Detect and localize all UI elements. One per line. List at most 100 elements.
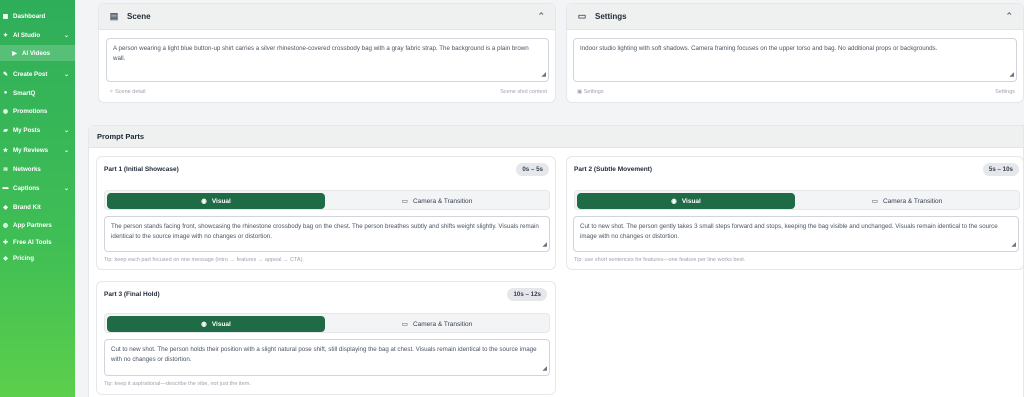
scene-title: Scene: [127, 12, 151, 21]
video-icon: ▶: [12, 50, 17, 57]
sidebar-item-label: Pricing: [13, 254, 34, 262]
part-tabs: ◉ Visual ▭ Camera & Transition: [104, 313, 550, 333]
prompt-part-3: Part 3 (Final Hold) 10s – 12s ◉ Visual ▭ C…: [96, 281, 556, 395]
tab-visual[interactable]: ◉ Visual: [577, 193, 795, 209]
tab-visual-label: Visual: [681, 197, 701, 205]
tab-camera-label: Camera & Transition: [882, 197, 943, 205]
scene-footnote-left: ✧ Scene detail: [109, 89, 146, 95]
sparkle-icon: ✦: [2, 32, 9, 39]
tab-camera-label: Camera & Transition: [412, 197, 473, 205]
resize-handle-icon[interactable]: ◢: [541, 70, 546, 80]
sidebar-item-label: My Reviews: [13, 146, 49, 154]
prompt-part-1: Part 1 (Initial Showcase) 0s – 5s ◉ Visua…: [96, 156, 556, 270]
tools-icon: ✚: [2, 239, 9, 246]
wifi-icon: ≋: [2, 166, 9, 173]
scene-panel: ▤ Scene ⌃ A person wearing a light blue …: [98, 3, 556, 103]
settings-screen-icon: ▭: [577, 11, 587, 21]
camera-icon: ▭: [401, 321, 408, 328]
sidebar-item-label: Captions: [13, 184, 40, 192]
sidebar-item-create-post[interactable]: ✎ Create Post ⌄: [0, 67, 75, 81]
grid-icon: ▦: [2, 13, 9, 20]
part-tabs: ◉ Visual ▭ Camera & Transition: [574, 190, 1020, 210]
resize-handle-icon[interactable]: ◢: [1011, 240, 1016, 250]
settings-title: Settings: [595, 12, 627, 21]
prompt-parts-title: Prompt Parts: [89, 126, 1023, 148]
sidebar-item-label: Networks: [13, 165, 41, 173]
eye-icon: ◉: [201, 198, 207, 205]
scene-header[interactable]: ▤ Scene ⌃: [99, 4, 555, 30]
chevron-up-icon[interactable]: ⌃: [1005, 11, 1013, 22]
sidebar: ▦ Dashboard ✦ AI Studio ⌄ ▶ AI Videos ✎ …: [0, 0, 75, 397]
settings-footnote-left-text: Settings: [583, 89, 604, 95]
sidebar-item-label: SmartQ: [13, 89, 36, 97]
resize-handle-icon[interactable]: ◢: [542, 240, 547, 250]
film-icon: ▤: [109, 11, 119, 21]
chevron-down-icon: ⌄: [63, 185, 69, 192]
bolt-icon: ●: [3, 90, 8, 96]
sidebar-item-captions[interactable]: ▬ Captions ⌄: [0, 181, 75, 195]
tab-visual[interactable]: ◉ Visual: [107, 193, 325, 209]
part-textarea[interactable]: The person stands facing front, showcasi…: [104, 216, 550, 252]
part-tip: Tip: keep each part focused on one messa…: [104, 257, 304, 263]
time-badge: 5s – 10s: [982, 163, 1019, 176]
tab-camera-transition[interactable]: ▭ Camera & Transition: [327, 316, 547, 332]
sidebar-item-label: My Posts: [13, 126, 41, 134]
scene-footnote-left-text: Scene detail: [115, 89, 146, 95]
part-tip: Tip: keep it aspirational—describe the v…: [104, 381, 251, 387]
people-icon: ◍: [2, 222, 9, 229]
part-title: Part 1 (Initial Showcase): [104, 166, 179, 173]
part-title: Part 3 (Final Hold): [104, 291, 160, 298]
tab-camera-label: Camera & Transition: [412, 320, 473, 328]
sidebar-item-free-ai-tools[interactable]: ✚ Free AI Tools: [0, 235, 75, 249]
settings-footnote-left: ▣ Settings: [577, 89, 604, 95]
sidebar-item-app-partners[interactable]: ◍ App Partners: [0, 218, 75, 232]
eye-icon: ◉: [671, 198, 677, 205]
sidebar-item-smartq[interactable]: ● SmartQ: [0, 86, 75, 100]
scene-textarea[interactable]: A person wearing a light blue button-up …: [106, 38, 549, 82]
settings-textarea[interactable]: Indoor studio lighting with soft shadows…: [573, 38, 1017, 82]
sidebar-item-my-posts[interactable]: ▰ My Posts ⌄: [0, 123, 75, 137]
sidebar-item-label: Brand Kit: [13, 203, 41, 211]
settings-header[interactable]: ▭ Settings ⌃: [567, 4, 1023, 30]
sidebar-item-ai-videos[interactable]: ▶ AI Videos: [0, 45, 75, 61]
tab-visual[interactable]: ◉ Visual: [107, 316, 325, 332]
part-textarea[interactable]: Cut to new shot. The person gently takes…: [573, 216, 1019, 252]
price-icon: ◈: [3, 255, 8, 262]
megaphone-icon: ◉: [2, 108, 9, 115]
sidebar-item-label: Promotions: [13, 107, 48, 115]
scene-text: A person wearing a light blue button-up …: [113, 45, 529, 62]
part-title: Part 2 (Subtle Movement): [574, 166, 653, 173]
time-badge: 0s – 5s: [516, 163, 549, 176]
chevron-down-icon: ⌄: [63, 127, 69, 134]
sidebar-item-label: AI Videos: [22, 49, 51, 57]
brand-icon: ◆: [3, 204, 8, 211]
time-badge: 10s – 12s: [507, 288, 547, 301]
chevron-up-icon[interactable]: ⌃: [537, 11, 545, 22]
sidebar-item-brand-kit[interactable]: ◆ Brand Kit: [0, 200, 75, 214]
chevron-down-icon: ⌄: [63, 32, 69, 39]
settings-panel: ▭ Settings ⌃ Indoor studio lighting with…: [566, 3, 1024, 103]
edit-icon: ✎: [2, 71, 9, 78]
sidebar-item-networks[interactable]: ≋ Networks: [0, 162, 75, 176]
sidebar-item-dashboard[interactable]: ▦ Dashboard: [0, 9, 75, 23]
tab-visual-label: Visual: [211, 320, 231, 328]
folder-icon: ▰: [3, 127, 8, 134]
camera-icon: ▭: [401, 198, 408, 205]
chevron-down-icon: ⌄: [63, 71, 69, 78]
sidebar-item-label: AI Studio: [13, 31, 41, 39]
sidebar-item-pricing[interactable]: ◈ Pricing: [0, 251, 75, 265]
tab-camera-transition[interactable]: ▭ Camera & Transition: [327, 193, 547, 209]
settings-footnote-right: Settings: [995, 89, 1015, 95]
tab-camera-transition[interactable]: ▭ Camera & Transition: [797, 193, 1017, 209]
part-tip: Tip: use short sentences for features—on…: [574, 257, 746, 263]
part-textarea[interactable]: Cut to new shot. The person holds their …: [104, 339, 550, 376]
part-text: Cut to new shot. The person holds their …: [111, 346, 537, 363]
resize-handle-icon[interactable]: ◢: [542, 364, 547, 374]
chevron-down-icon: ⌄: [63, 147, 69, 154]
sidebar-item-label: Create Post: [13, 70, 48, 78]
eye-icon: ◉: [201, 321, 207, 328]
sidebar-item-ai-studio[interactable]: ✦ AI Studio ⌄: [0, 28, 75, 42]
sidebar-item-my-reviews[interactable]: ★ My Reviews ⌄: [0, 143, 75, 157]
sidebar-item-promotions[interactable]: ◉ Promotions: [0, 104, 75, 118]
resize-handle-icon[interactable]: ◢: [1009, 70, 1014, 80]
